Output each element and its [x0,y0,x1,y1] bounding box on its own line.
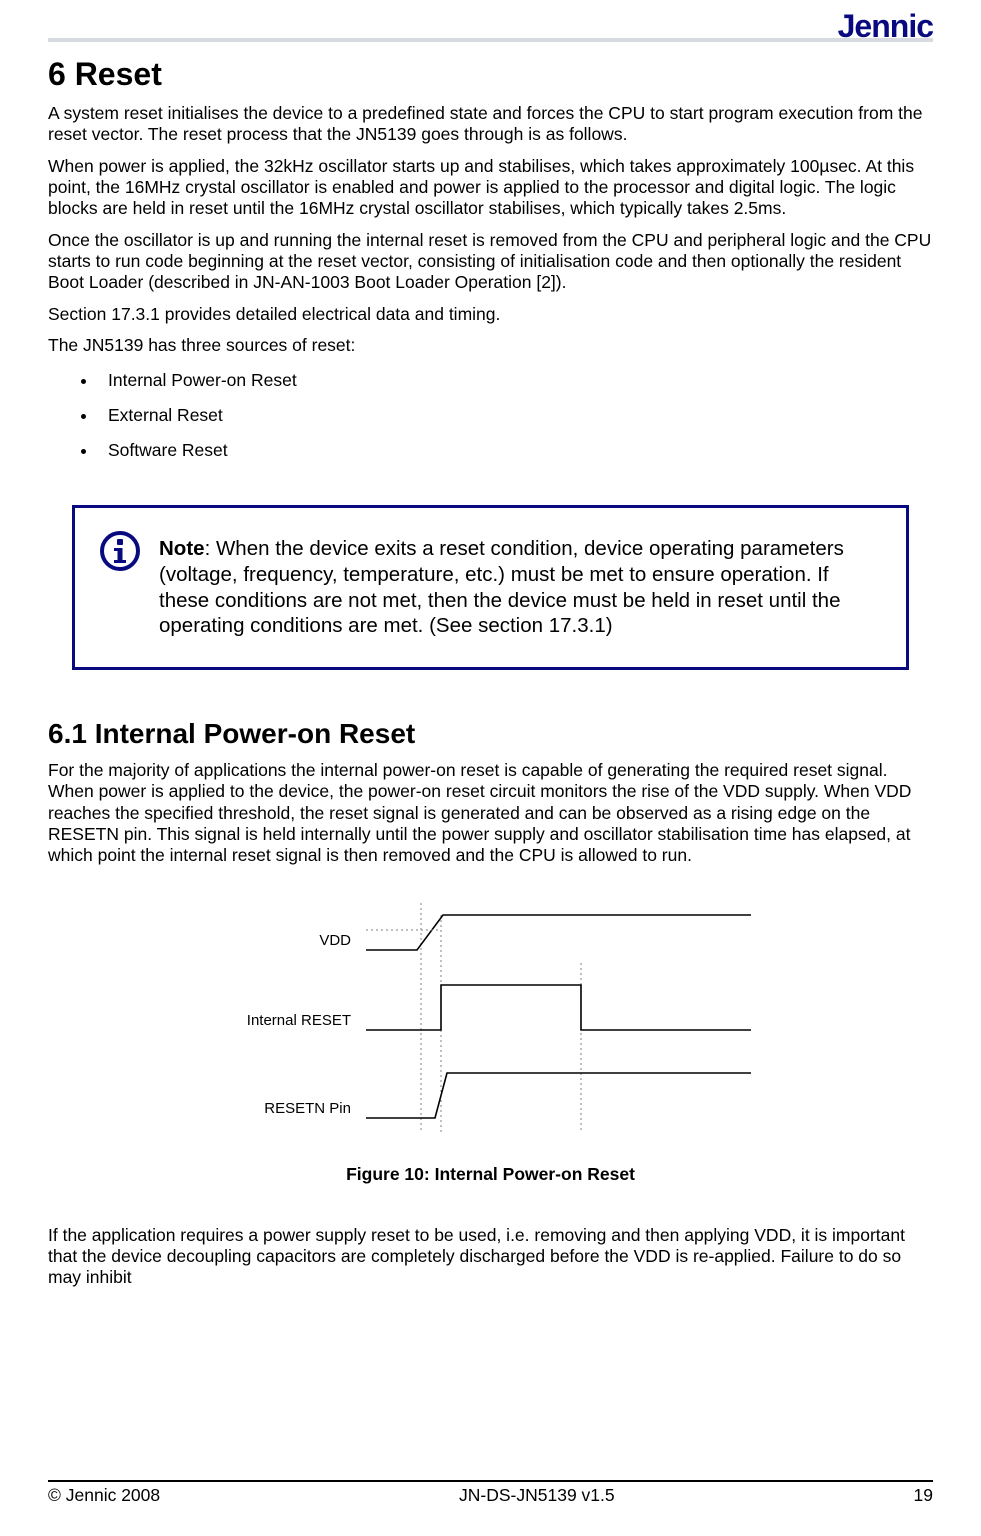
list-item: Software Reset [98,440,933,461]
note-body: : When the device exits a reset conditio… [159,537,844,637]
note-box: Note: When the device exits a reset cond… [72,505,909,670]
para-power-up-a: When power is applied, the 32kHz oscilla… [48,156,819,176]
note-text: Note: When the device exits a reset cond… [159,536,878,639]
signal-label-resetn-pin: RESETN Pin [264,1100,351,1117]
footer-rule [48,1480,933,1482]
micro-symbol: µ [819,156,829,176]
figure-10: VDD Internal RESET RESETN Pin Figure 10:… [48,895,933,1185]
para-oscillator: Once the oscillator is up and running th… [48,230,933,294]
footer-doc-id: JN-DS-JN5139 v1.5 [459,1485,615,1506]
brand-logo: Jennic [838,8,933,45]
signal-label-vdd: VDD [319,932,351,949]
heading-6-1: 6.1 Internal Power-on Reset [48,718,933,750]
list-item: Internal Power-on Reset [98,370,933,391]
note-label: Note [159,537,205,560]
page-footer: © Jennic 2008 JN-DS-JN5139 v1.5 19 [48,1485,933,1506]
figure-caption: Figure 10: Internal Power-on Reset [48,1164,933,1185]
para-section-ref: Section 17.3.1 provides detailed electri… [48,304,933,325]
footer-page-num: 19 [914,1485,933,1506]
header-rule: Jennic [48,38,933,42]
para-por: For the majority of applications the int… [48,760,933,867]
list-item: External Reset [98,405,933,426]
info-icon [99,530,141,577]
para-sources: The JN5139 has three sources of reset: [48,335,933,356]
page: Jennic 6 Reset A system reset initialise… [0,38,981,1536]
heading-6-reset: 6 Reset [48,56,933,93]
timing-diagram: VDD Internal RESET RESETN Pin [211,895,771,1145]
para-decoupling: If the application requires a power supp… [48,1225,933,1289]
reset-sources-list: Internal Power-on Reset External Reset S… [84,370,933,461]
para-power-up: When power is applied, the 32kHz oscilla… [48,156,933,220]
para-intro: A system reset initialises the device to… [48,103,933,146]
footer-copyright: © Jennic 2008 [48,1485,160,1506]
signal-label-internal-reset: Internal RESET [246,1012,350,1029]
